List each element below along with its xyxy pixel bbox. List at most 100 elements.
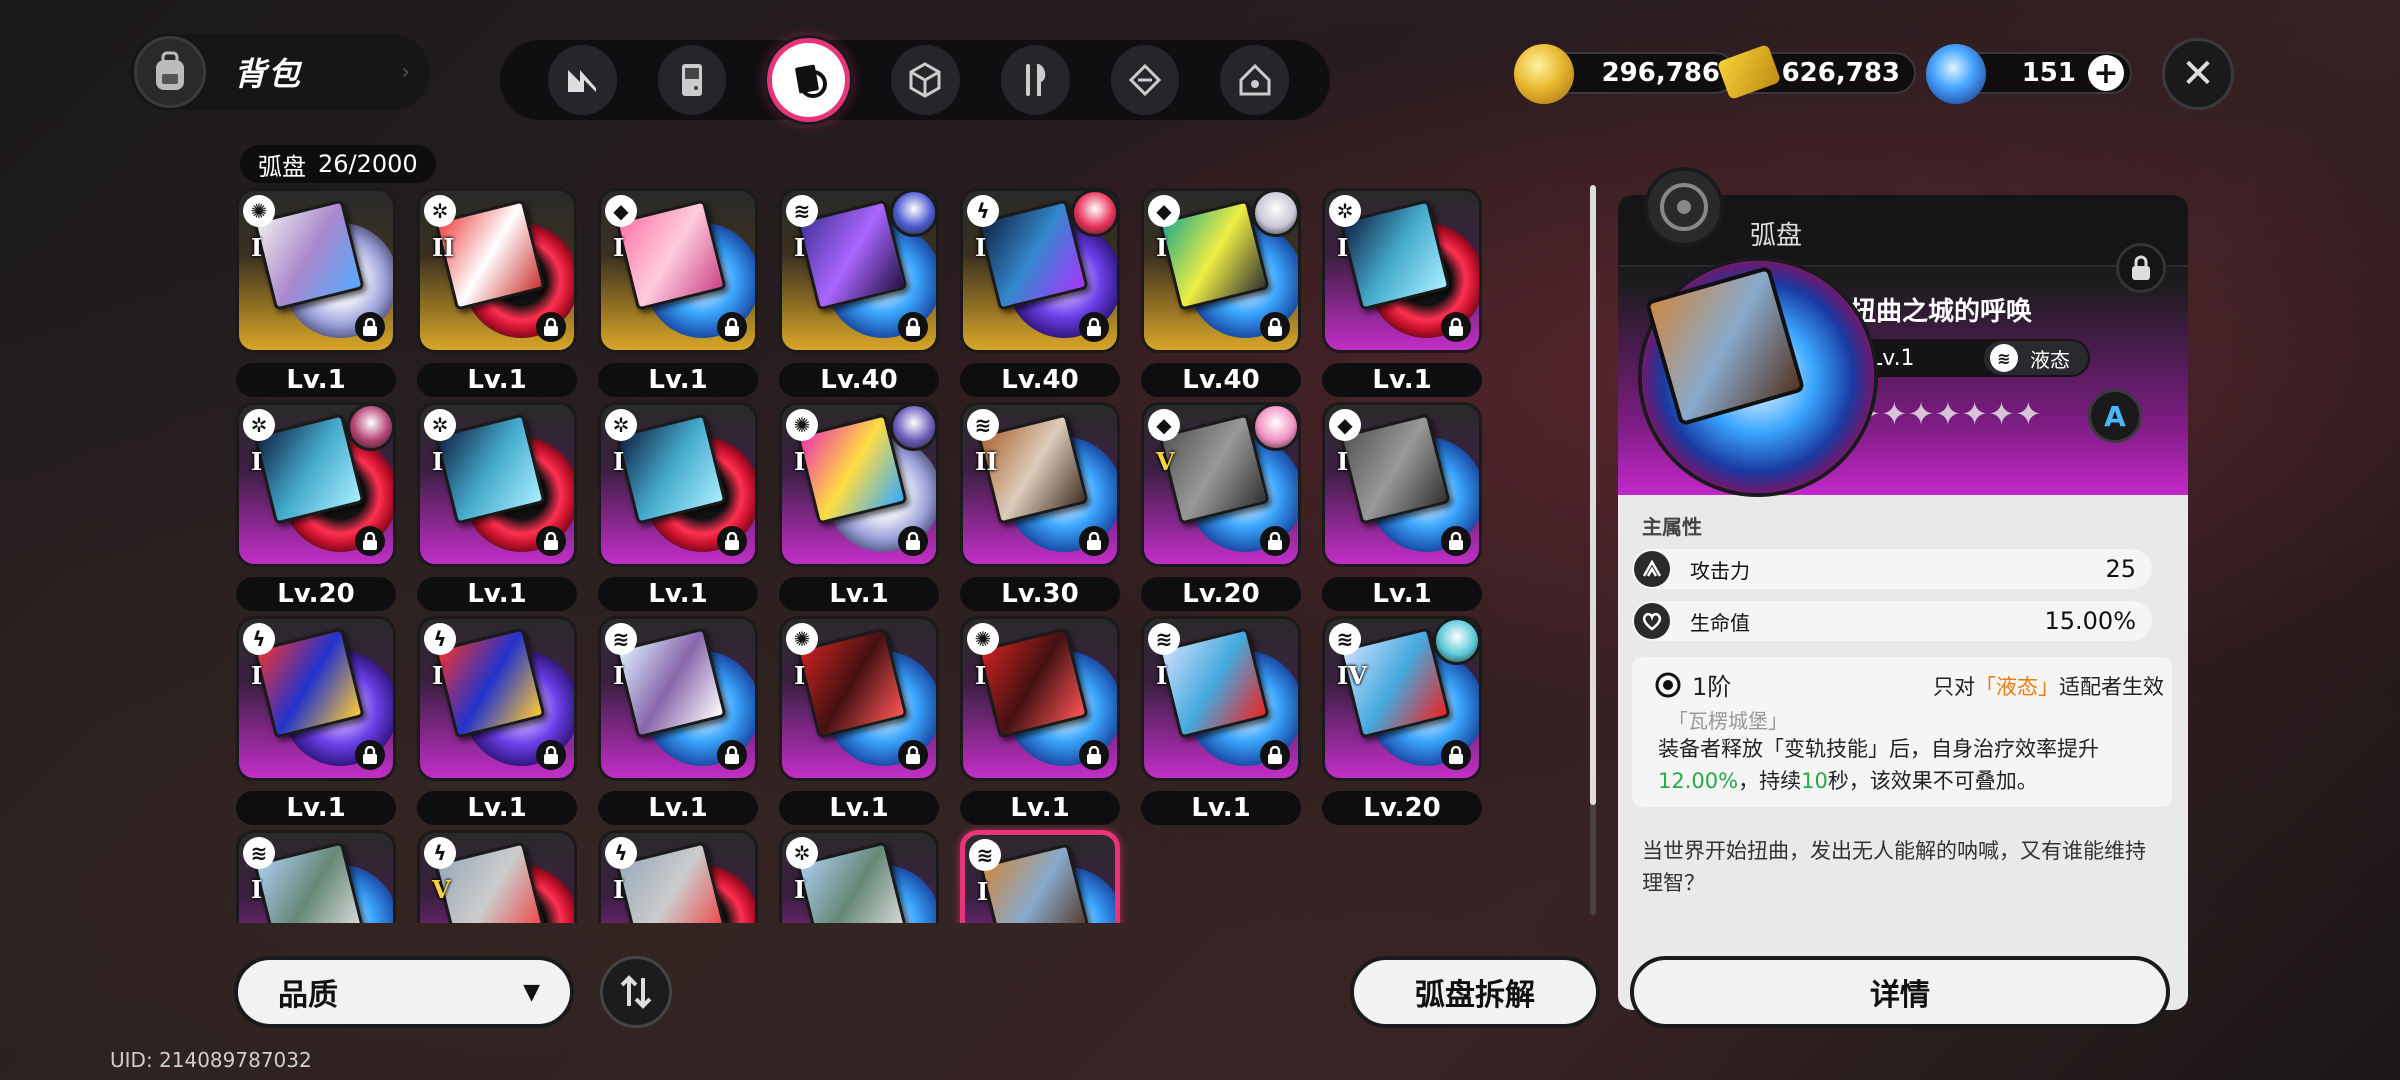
bolt-icon: ϟ [424,837,456,869]
disc-level: Lv.40 [1141,363,1301,397]
disc-item[interactable]: ϟ I Lv.1 [236,616,396,825]
disc-level: Lv.20 [236,577,396,611]
tab-featured[interactable] [548,45,617,115]
sort-dropdown[interactable]: 品质 ▼ [234,956,574,1028]
disc-card[interactable]: ◆ I [1322,402,1482,567]
disc-item[interactable]: ≋ I [960,830,1120,923]
disc-level: Lv.1 [960,791,1120,825]
lock-toggle[interactable] [2116,243,2166,293]
ticket-balance: 626,783 [1716,43,1916,101]
disc-level: Lv.1 [1141,791,1301,825]
disc-card[interactable]: ≋ I [779,188,939,353]
disc-level: Lv.1 [417,363,577,397]
disc-card[interactable]: ≋ I [960,830,1120,923]
disc-card[interactable]: ϟI [598,830,758,923]
close-icon: ✕ [2181,51,2215,97]
tab-materials[interactable] [891,45,960,115]
disc-card[interactable]: ≋ I [1141,616,1301,781]
lock-icon [1260,740,1290,770]
disc-item[interactable]: ≋ I Lv.1 [598,616,758,825]
grid-scroll-thumb[interactable] [1590,185,1596,805]
disc-item[interactable]: ✲ I Lv.1 [1322,188,1482,397]
lock-icon [355,526,385,556]
disc-card[interactable]: ◆ V [1141,402,1301,567]
disc-card[interactable]: ✲ I [779,830,939,923]
home-icon [1239,63,1271,96]
disc-item[interactable]: ✺ I Lv.1 [779,402,939,611]
backpack-header[interactable]: 背包 › [130,34,430,110]
gear-icon: ✲ [243,409,275,441]
backpack-icon [134,36,206,108]
disc-card[interactable]: ≋ II [960,402,1120,567]
disc-card[interactable]: ✲ I [417,402,577,567]
disc-card[interactable]: ≋ I [598,616,758,781]
close-button[interactable]: ✕ [2162,38,2234,110]
tab-furniture[interactable] [1220,45,1289,115]
eye-icon [1655,672,1681,697]
tab-food[interactable] [1000,45,1070,115]
disc-card[interactable]: ϟV [417,830,577,923]
disc-item[interactable]: ✺ I Lv.1 [236,188,396,397]
disc-level: Lv.1 [417,577,577,611]
page-title: 背包 [234,55,303,93]
disc-item[interactable]: ϟ I Lv.40 [960,188,1120,397]
disc-item[interactable]: ◆ V Lv.20 [1141,402,1301,611]
tab-devices[interactable] [657,45,727,115]
disc-item[interactable]: ✲ II Lv.1 [417,188,577,397]
disc-item[interactable]: ≋ I Lv.1 [1141,616,1301,825]
disc-card[interactable]: ϟI [236,616,396,781]
lock-icon [536,740,566,770]
disc-item[interactable]: ✲ I Lv.1 [598,402,758,611]
disc-rank: I [251,875,263,904]
disc-item[interactable]: ◆ I Lv.1 [598,188,758,397]
disc-item[interactable]: ≋ IV Lv.20 [1322,616,1482,825]
disc-card[interactable]: ◆ I [598,188,758,353]
polychrome-balance: 151 + [1926,44,2132,104]
stat-name: 攻击力 [1690,558,1750,583]
details-button[interactable]: 详情 [1630,956,2170,1028]
sort-order-button[interactable] [600,956,672,1028]
disc-card[interactable]: ✺ I [779,402,939,567]
stat-value: 25 [2105,555,2136,583]
tab-drive-discs[interactable] [767,38,851,122]
grid-scrollbar[interactable] [1590,185,1596,915]
dismantle-button[interactable]: 弧盘拆解 [1350,956,1600,1028]
disc-item[interactable]: ≋ I Lv.40 [779,188,939,397]
disc-item[interactable]: ✲ I [779,830,939,923]
disc-card[interactable]: ✺ I [236,188,396,353]
disc-card[interactable]: ✺ I [779,616,939,781]
disc-item[interactable]: ✲ I Lv.1 [417,402,577,611]
effect-subtitle: 「瓦楞城堡」 [1668,709,1788,733]
disc-card[interactable]: ϟI [417,616,577,781]
add-currency-button[interactable]: + [2088,55,2124,91]
disc-item[interactable]: ϟV [417,830,577,923]
disc-card[interactable]: ✲ I [1322,188,1482,353]
disc-item[interactable]: ◆ I Lv.1 [1322,402,1482,611]
disc-card[interactable]: ≋ IV [1322,616,1482,781]
disc-item[interactable]: ✺ I Lv.1 [779,616,939,825]
disc-card[interactable]: ✲ I [236,402,396,567]
disc-item[interactable]: ◆ I Lv.40 [1141,188,1301,397]
disc-item[interactable]: ✺ I Lv.1 [960,616,1120,825]
disc-card[interactable]: ✲ I [598,402,758,567]
disc-item[interactable]: ϟ I Lv.1 [417,616,577,825]
disc-rank: I [794,447,806,476]
disc-level: Lv.1 [417,791,577,825]
sort-label: 品质 [278,978,338,1013]
disc-rank: I [613,875,625,904]
lock-icon [1441,740,1471,770]
disc-item[interactable]: ϟI [598,830,758,923]
disc-card[interactable]: ◆ I [1141,188,1301,353]
disc-card[interactable]: ✺ I [960,616,1120,781]
disc-level: Lv.1 [1322,363,1482,397]
disc-card[interactable]: ✲ II [417,188,577,353]
lock-icon [1079,740,1109,770]
equipped-agent-avatar [1071,191,1117,237]
disc-item[interactable]: ✲ I Lv.20 [236,402,396,611]
tab-packages[interactable] [1110,45,1180,115]
disc-card[interactable]: ϟI [960,188,1120,353]
disc-item[interactable]: ≋ II Lv.30 [960,402,1120,611]
disc-item[interactable]: ≋ I [236,830,396,923]
disc-rank: IV [1337,661,1367,690]
disc-card[interactable]: ≋ I [236,830,396,923]
